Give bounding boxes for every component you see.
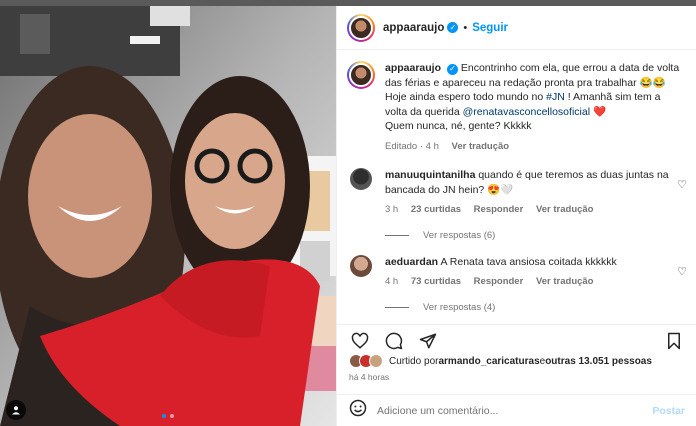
heart-outline-icon[interactable]: [349, 330, 371, 352]
comment-username[interactable]: aeduardan: [385, 256, 438, 268]
action-bar: [337, 324, 696, 356]
comment-likes[interactable]: 23 curtidas: [411, 204, 461, 215]
share-icon[interactable]: [417, 330, 439, 352]
liker-username[interactable]: armando_caricaturas: [438, 356, 539, 367]
comment-item: aeduardan A Renata tava ansiosa coitada …: [347, 254, 687, 313]
comment-body: manuuquintanilha quando é que teremos as…: [385, 168, 677, 218]
caption-text-part3: Quem nunca, né, gente? Kkkkk: [385, 120, 532, 132]
caption: appaaraujo ✓ Encontrinho com ela, que er…: [347, 61, 687, 154]
comment-likes[interactable]: 73 curtidas: [411, 276, 461, 287]
header-separator: •: [463, 21, 468, 34]
caption-translate-link[interactable]: Ver tradução: [452, 141, 510, 152]
comment-item: manuuquintanilha quando é que teremos as…: [347, 168, 687, 241]
comment-translate-link[interactable]: Ver tradução: [536, 276, 594, 287]
caption-avatar[interactable]: [347, 61, 375, 89]
view-replies-label[interactable]: Ver respostas (4): [423, 302, 495, 313]
comment-avatar[interactable]: [350, 168, 372, 190]
caption-heart-emoji: ❤️: [592, 105, 607, 118]
hashtag-link[interactable]: #JN: [546, 91, 565, 103]
post-modal: appaaraujo ✓ • Seguir appaaraujo ✓ Encon…: [0, 6, 696, 426]
caption-edited: Editado · 4 h: [385, 140, 439, 152]
caption-body: appaaraujo ✓ Encontrinho com ela, que er…: [385, 61, 685, 154]
post-timestamp[interactable]: há 4 horas: [349, 372, 389, 382]
comment-time: 4 h: [385, 276, 399, 287]
comment-like-heart-icon[interactable]: ♡: [677, 265, 687, 278]
verified-icon: ✓: [447, 22, 459, 33]
liker-avatars: [349, 354, 383, 368]
view-replies-button[interactable]: Ver respostas (4): [385, 302, 687, 313]
likes-others-link[interactable]: outras 13.051 pessoas: [545, 356, 652, 367]
carousel-dots: [160, 414, 176, 418]
post-comment-button[interactable]: Postar: [652, 405, 685, 417]
add-comment-bar: Adicione um comentário... Postar: [337, 394, 696, 426]
comment-avatar[interactable]: [350, 254, 372, 277]
comment-username[interactable]: manuuquintanilha: [385, 169, 475, 181]
carousel-dot-active: [162, 414, 166, 418]
mention-link[interactable]: @renatavasconcellosoficial: [463, 106, 590, 118]
comment-text: A Renata tava ansiosa coitada kkkkkk: [440, 255, 617, 268]
caption-meta: Editado · 4 h Ver tradução: [385, 140, 685, 155]
user-tag-icon[interactable]: [6, 400, 26, 420]
comment-time: 3 h: [385, 204, 399, 215]
reply-button[interactable]: Responder: [474, 276, 524, 287]
likes-prefix: Curtido por: [389, 355, 439, 367]
replies-divider: [385, 234, 409, 236]
comment-meta: 4 h 73 curtidas Responder Ver tradução: [385, 275, 677, 290]
comments-section: appaaraujo ✓ Encontrinho com ela, que er…: [337, 51, 696, 321]
comment-input[interactable]: Adicione um comentário...: [377, 405, 652, 417]
view-replies-label[interactable]: Ver respostas (6): [423, 230, 495, 241]
author-avatar[interactable]: [347, 13, 375, 42]
liker-avatar: [369, 354, 383, 368]
comment-like-heart-icon[interactable]: ♡: [677, 178, 687, 191]
comment-body: aeduardan A Renata tava ansiosa coitada …: [385, 255, 677, 290]
post-header: appaaraujo ✓ • Seguir: [337, 6, 696, 50]
follow-button[interactable]: Seguir: [472, 22, 508, 34]
replies-divider: [385, 306, 409, 308]
verified-icon: ✓: [446, 63, 458, 75]
post-sidebar: appaaraujo ✓ • Seguir appaaraujo ✓ Encon…: [336, 6, 696, 426]
emoji-icon[interactable]: [349, 399, 367, 422]
post-photo[interactable]: [0, 6, 336, 426]
likes-summary: Curtido por armando_caricaturas e outras…: [349, 354, 652, 368]
view-replies-button[interactable]: Ver respostas (6): [385, 230, 687, 241]
comment-translate-link[interactable]: Ver tradução: [536, 204, 594, 215]
caption-username[interactable]: appaaraujo: [385, 62, 441, 74]
comment-meta: 3 h 23 curtidas Responder Ver tradução: [385, 203, 677, 218]
comment-icon[interactable]: [383, 330, 405, 352]
carousel-dot: [170, 414, 174, 418]
photo-illustration: [0, 6, 336, 426]
bookmark-icon[interactable]: [663, 330, 685, 352]
reply-button[interactable]: Responder: [474, 204, 524, 215]
author-username[interactable]: appaaraujo: [383, 22, 444, 34]
